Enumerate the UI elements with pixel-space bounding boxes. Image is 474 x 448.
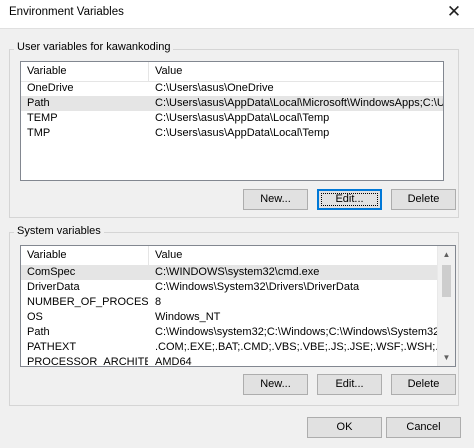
column-header-variable[interactable]: Variable bbox=[21, 246, 148, 265]
user-new-button[interactable]: New... bbox=[243, 189, 308, 210]
system-edit-button[interactable]: Edit... bbox=[317, 374, 382, 395]
value-cell: C:\Users\asus\AppData\Local\Temp bbox=[155, 112, 330, 124]
table-row[interactable]: NUMBER_OF_PROCESSORS 8 bbox=[21, 295, 437, 310]
variable-cell: TMP bbox=[27, 127, 51, 139]
list-header: Variable Value bbox=[21, 62, 443, 82]
cancel-button[interactable]: Cancel bbox=[386, 417, 461, 438]
value-cell: C:\Windows\system32;C:\Windows;C:\Window… bbox=[155, 326, 437, 338]
table-row-selected[interactable]: Path C:\Users\asus\AppData\Local\Microso… bbox=[21, 96, 443, 111]
user-variables-list[interactable]: Variable Value OneDrive C:\Users\asus\On… bbox=[20, 61, 444, 181]
value-cell: C:\WINDOWS\system32\cmd.exe bbox=[155, 266, 320, 278]
table-row[interactable]: TMP C:\Users\asus\AppData\Local\Temp bbox=[21, 126, 443, 141]
table-row[interactable]: Path C:\Windows\system32;C:\Windows;C:\W… bbox=[21, 325, 437, 340]
table-row[interactable]: TEMP C:\Users\asus\AppData\Local\Temp bbox=[21, 111, 443, 126]
column-header-variable[interactable]: Variable bbox=[21, 62, 148, 81]
user-delete-button[interactable]: Delete bbox=[391, 189, 456, 210]
ok-button[interactable]: OK bbox=[307, 417, 382, 438]
system-new-button[interactable]: New... bbox=[243, 374, 308, 395]
value-cell: C:\Users\asus\AppData\Local\Microsoft\Wi… bbox=[155, 97, 443, 109]
variable-cell: OS bbox=[27, 311, 43, 323]
title-bar: Environment Variables ✕ bbox=[0, 0, 474, 29]
variable-cell: NUMBER_OF_PROCESSORS bbox=[27, 296, 148, 308]
variable-cell: PATHEXT bbox=[27, 341, 77, 353]
variable-cell: Path bbox=[27, 326, 50, 338]
window-title: Environment Variables bbox=[9, 6, 124, 18]
table-row-selected[interactable]: ComSpec C:\WINDOWS\system32\cmd.exe bbox=[21, 265, 437, 280]
value-cell: AMD64 bbox=[155, 356, 192, 367]
variable-cell: TEMP bbox=[27, 112, 58, 124]
variable-cell: ComSpec bbox=[27, 266, 76, 278]
user-edit-button[interactable]: Edit... bbox=[317, 189, 382, 210]
scroll-thumb[interactable] bbox=[442, 265, 451, 297]
user-variables-label: User variables for kawankoding bbox=[14, 41, 174, 53]
value-cell: C:\Users\asus\AppData\Local\Temp bbox=[155, 127, 330, 139]
table-row[interactable]: PATHEXT .COM;.EXE;.BAT;.CMD;.VBS;.VBE;.J… bbox=[21, 340, 437, 355]
scroll-down-icon[interactable]: ▼ bbox=[438, 349, 455, 366]
system-variables-label: System variables bbox=[14, 225, 104, 237]
system-variables-list[interactable]: Variable Value ComSpec C:\WINDOWS\system… bbox=[20, 245, 456, 367]
table-row[interactable]: OS Windows_NT bbox=[21, 310, 437, 325]
table-row[interactable]: OneDrive C:\Users\asus\OneDrive bbox=[21, 81, 443, 96]
scroll-up-icon[interactable]: ▲ bbox=[438, 246, 455, 263]
value-cell: C:\Windows\System32\Drivers\DriverData bbox=[155, 281, 360, 293]
column-header-value[interactable]: Value bbox=[149, 62, 443, 81]
table-row[interactable]: PROCESSOR_ARCHITECTURE AMD64 bbox=[21, 355, 437, 367]
column-header-value[interactable]: Value bbox=[149, 246, 437, 265]
vertical-scrollbar[interactable]: ▲ ▼ bbox=[437, 246, 455, 366]
value-cell: .COM;.EXE;.BAT;.CMD;.VBS;.VBE;.JS;.JSE;.… bbox=[155, 341, 437, 353]
variable-cell: DriverData bbox=[27, 281, 80, 293]
variable-cell: Path bbox=[27, 97, 50, 109]
close-icon[interactable]: ✕ bbox=[446, 3, 462, 21]
variable-cell: PROCESSOR_ARCHITECTURE bbox=[27, 356, 148, 367]
variable-cell: OneDrive bbox=[27, 82, 74, 94]
value-cell: 8 bbox=[155, 296, 162, 308]
value-cell: C:\Users\asus\OneDrive bbox=[155, 82, 274, 94]
value-cell: Windows_NT bbox=[155, 311, 221, 323]
system-delete-button[interactable]: Delete bbox=[391, 374, 456, 395]
list-header: Variable Value bbox=[21, 246, 437, 266]
table-row[interactable]: DriverData C:\Windows\System32\Drivers\D… bbox=[21, 280, 437, 295]
